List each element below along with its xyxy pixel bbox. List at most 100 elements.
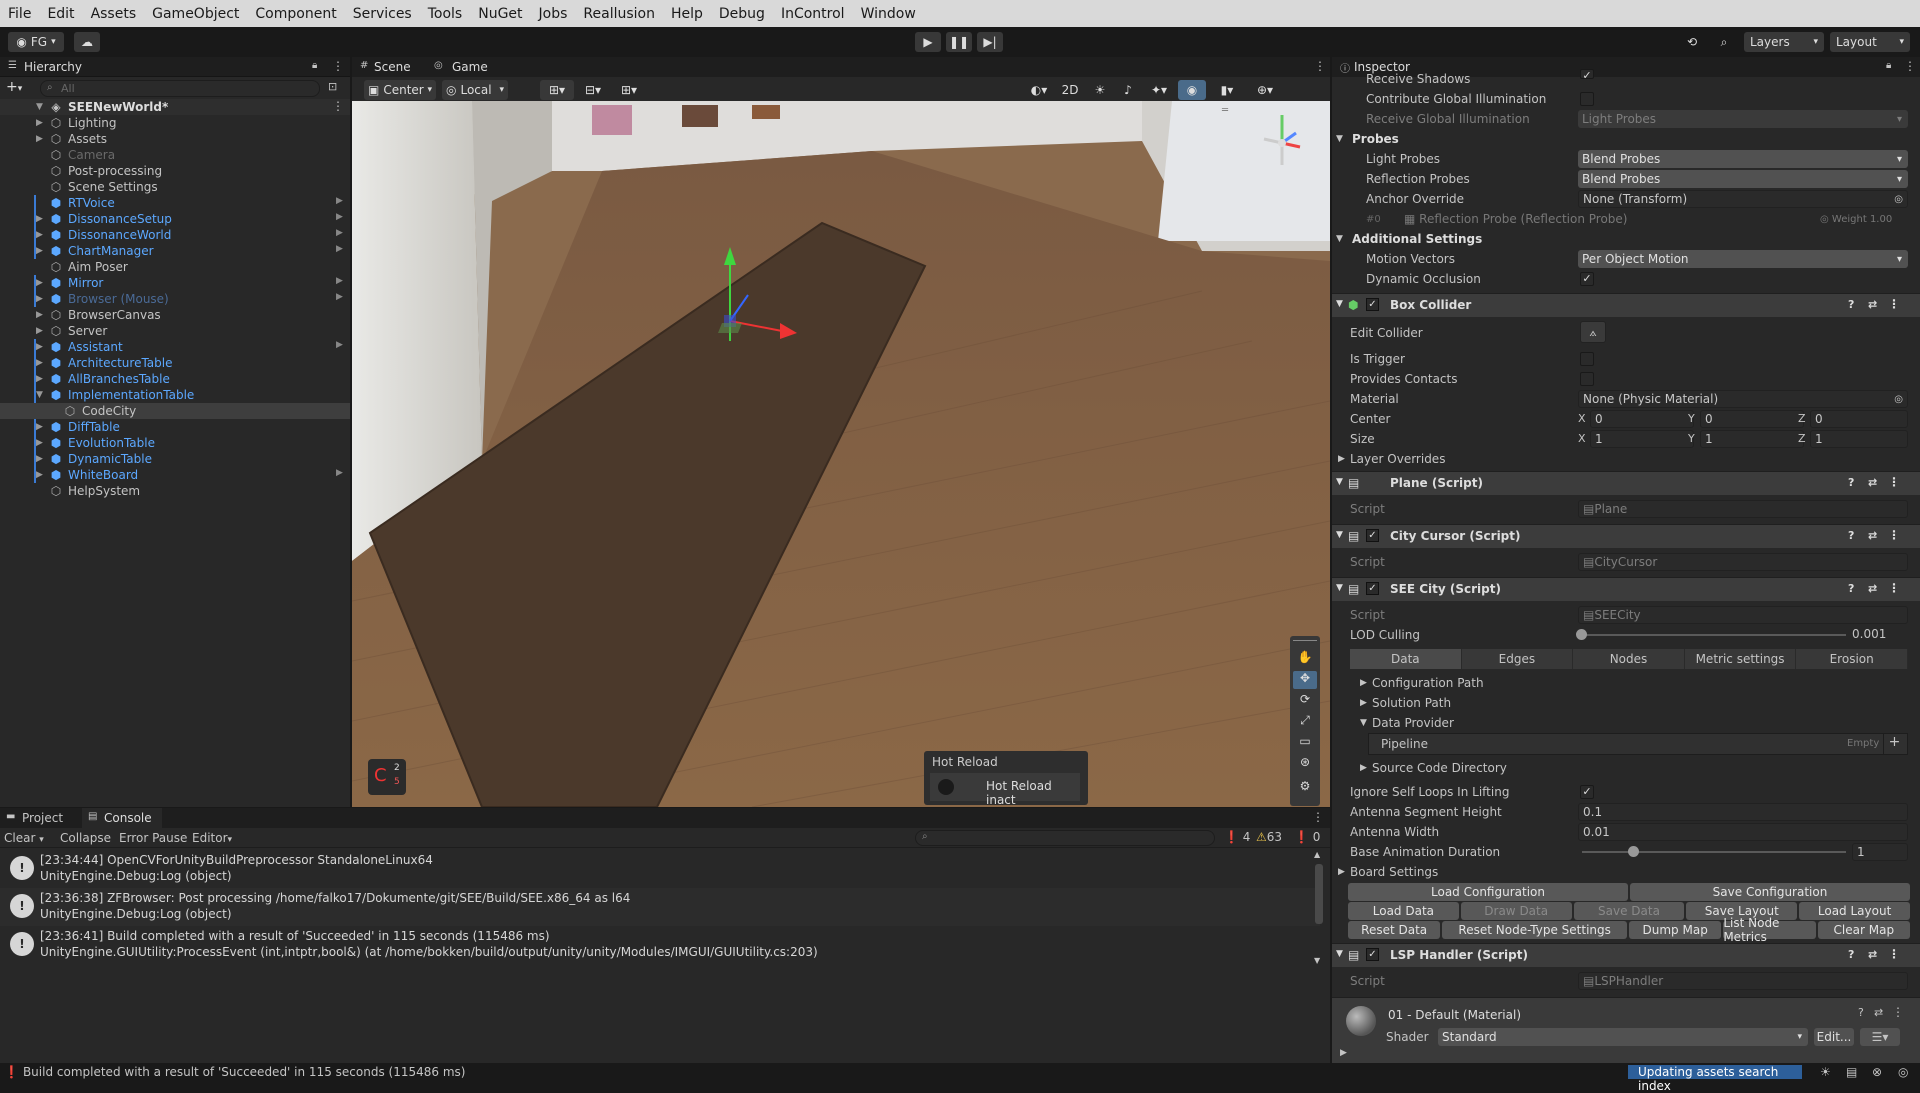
- preset-icon[interactable]: ⇄: [1874, 1006, 1883, 1019]
- clear-button[interactable]: Clear ▾: [4, 831, 44, 845]
- hidden-toggle[interactable]: ◉: [1178, 80, 1206, 100]
- hierarchy-item-server[interactable]: ▶ ⬡ Server: [0, 323, 350, 339]
- board-settings-foldout[interactable]: ▶ Board Settings: [1332, 862, 1920, 882]
- expand-arrow-icon[interactable]: ▶: [36, 454, 46, 464]
- status-message[interactable]: Build completed with a result of 'Succee…: [23, 1065, 465, 1079]
- lighting-toggle[interactable]: ☀: [1088, 80, 1112, 100]
- open-prefab-icon[interactable]: ▶: [336, 276, 343, 286]
- see-city-header[interactable]: ▼ ▤ ✓ SEE City (Script) ? ⇄ ⋮: [1332, 577, 1920, 601]
- hierarchy-item-evolutiontable[interactable]: ▶ ⬢ EvolutionTable: [0, 435, 350, 451]
- hierarchy-item-dynamictable[interactable]: ▶ ⬢ DynamicTable: [0, 451, 350, 467]
- progress-status[interactable]: Updating assets search index: [1628, 1065, 1802, 1093]
- snap-button[interactable]: ⊟▾: [578, 80, 608, 100]
- orientation-gizmo[interactable]: [1242, 103, 1322, 183]
- menu-incontrol[interactable]: InControl: [781, 6, 845, 22]
- load-data-button[interactable]: Load Data: [1348, 902, 1459, 920]
- menu-jobs[interactable]: Jobs: [539, 6, 568, 22]
- component-menu-icon[interactable]: ⋮: [1888, 528, 1900, 542]
- open-prefab-icon[interactable]: ▶: [336, 212, 343, 222]
- center-y-field[interactable]: 0: [1700, 410, 1804, 428]
- hierarchy-item-aim-poser[interactable]: ⬡ Aim Poser: [0, 259, 350, 275]
- expand-arrow-icon[interactable]: ▶: [36, 358, 46, 368]
- camera-button[interactable]: ▮▾: [1210, 80, 1244, 100]
- open-prefab-icon[interactable]: ▶: [336, 228, 343, 238]
- console-log-entry[interactable]: ! [23:36:38] ZFBrowser: Post processing /…: [0, 888, 1320, 926]
- edit-shader-button[interactable]: Edit...: [1814, 1028, 1854, 1046]
- console-log-entry[interactable]: ! [23:36:41] Build completed with a resul…: [0, 926, 1320, 964]
- component-menu-icon[interactable]: ⋮: [1888, 947, 1900, 961]
- scroll-thumb[interactable]: [1315, 864, 1323, 924]
- account-button[interactable]: ◉ FG ▾: [8, 32, 64, 52]
- create-button[interactable]: +▾: [6, 79, 32, 97]
- search-options-icon[interactable]: ⊡: [328, 80, 337, 93]
- box-collider-enabled-checkbox[interactable]: ✓: [1366, 298, 1379, 311]
- hierarchy-item-allbranchestable[interactable]: ▶ ⬢ AllBranchesTable: [0, 371, 350, 387]
- center-z-field[interactable]: 0: [1810, 410, 1908, 428]
- hierarchy-item-codecity[interactable]: ⬡ CodeCity: [0, 403, 350, 419]
- preset-icon[interactable]: ⇄: [1868, 529, 1877, 542]
- reset-data-button[interactable]: Reset Data: [1348, 921, 1441, 939]
- source-dir-foldout[interactable]: ▶ Source Code Directory: [1332, 758, 1920, 778]
- plane-script-field[interactable]: ▤ Plane: [1578, 500, 1908, 518]
- lod-slider-thumb[interactable]: [1576, 629, 1587, 640]
- collapse-button[interactable]: Collapse: [60, 831, 111, 845]
- hierarchy-item-browser-mouse-[interactable]: ▶ ⬢ Browser (Mouse) ▶: [0, 291, 350, 307]
- notification-icon[interactable]: ◎: [1898, 1065, 1908, 1079]
- hierarchy-item-helpsystem[interactable]: ⬡ HelpSystem: [0, 483, 350, 499]
- foldout-closed-icon[interactable]: ▶: [1340, 1048, 1347, 1058]
- help-icon[interactable]: ?: [1858, 1006, 1864, 1019]
- hierarchy-item-assistant[interactable]: ▶ ⬢ Assistant ▶: [0, 339, 350, 355]
- scroll-up-icon[interactable]: ▲: [1314, 850, 1320, 859]
- config-path-foldout[interactable]: ▶ Configuration Path: [1332, 673, 1920, 693]
- audio-toggle[interactable]: ♪: [1116, 80, 1140, 100]
- expand-arrow-icon[interactable]: ▶: [36, 294, 46, 304]
- move-tool-icon[interactable]: ✥: [1293, 671, 1317, 689]
- preset-icon[interactable]: ⇄: [1868, 948, 1877, 961]
- hierarchy-item-difftable[interactable]: ▶ ⬢ DiffTable: [0, 419, 350, 435]
- open-prefab-icon[interactable]: ▶: [336, 196, 343, 206]
- dynamic-occlusion-checkbox[interactable]: ✓: [1580, 272, 1594, 286]
- lsp-enabled-checkbox[interactable]: ✓: [1366, 948, 1379, 961]
- antenna-width-field[interactable]: 0.01: [1578, 823, 1908, 841]
- receive-shadows-checkbox[interactable]: ✓: [1580, 69, 1594, 82]
- expand-arrow-icon[interactable]: ▶: [36, 134, 46, 144]
- hierarchy-item-lighting[interactable]: ▶ ⬡ Lighting: [0, 115, 350, 131]
- scene-root[interactable]: ▼ ◈ SEENewWorld* ⋮: [0, 99, 350, 115]
- save-configuration-button[interactable]: Save Configuration: [1630, 883, 1910, 901]
- hierarchy-search-input[interactable]: ⌕ All: [40, 80, 320, 97]
- hierarchy-tab[interactable]: Hierarchy: [24, 60, 82, 74]
- preset-icon[interactable]: ⇄: [1868, 298, 1877, 311]
- expand-arrow-icon[interactable]: ▶: [36, 246, 46, 256]
- network-icon[interactable]: ▤: [1846, 1065, 1857, 1079]
- hierarchy-item-chartmanager[interactable]: ▶ ⬢ ChartManager ▶: [0, 243, 350, 259]
- error-pause-button[interactable]: Error Pause: [119, 831, 187, 845]
- increment-button[interactable]: ⊞▾: [612, 80, 646, 100]
- hot-reload-status[interactable]: Hot Reload inact: [930, 773, 1080, 807]
- plane-script-header[interactable]: ▼ ▤ Plane (Script) ? ⇄ ⋮: [1332, 471, 1920, 495]
- data-provider-foldout[interactable]: ▼ Data Provider: [1332, 713, 1920, 733]
- menu-debug[interactable]: Debug: [719, 6, 765, 22]
- motion-vectors-dropdown[interactable]: Per Object Motion: [1578, 250, 1908, 268]
- object-picker-icon[interactable]: ◎: [1894, 394, 1903, 405]
- debug-icon[interactable]: ⊗: [1872, 1065, 1882, 1079]
- antenna-height-field[interactable]: 0.1: [1578, 803, 1908, 821]
- lsp-script-field[interactable]: ▤ LSPHandler: [1578, 972, 1908, 990]
- console-more-icon[interactable]: ⋮: [1312, 810, 1324, 824]
- edit-collider-button[interactable]: ⟑: [1580, 321, 1606, 343]
- hierarchy-item-implementationtable[interactable]: ▼ ⬢ ImplementationTable: [0, 387, 350, 403]
- expand-arrow-icon[interactable]: ▶: [36, 310, 46, 320]
- add-pipeline-button[interactable]: +: [1883, 734, 1905, 754]
- scene-more-icon[interactable]: ⋮: [332, 99, 344, 113]
- help-icon[interactable]: ?: [1848, 948, 1854, 961]
- size-y-field[interactable]: 1: [1700, 430, 1804, 448]
- menu-help[interactable]: Help: [671, 6, 703, 22]
- open-prefab-icon[interactable]: ▶: [336, 244, 343, 254]
- shader-options-icon[interactable]: ☰▾: [1860, 1028, 1900, 1046]
- hand-tool-icon[interactable]: ✋: [1293, 650, 1317, 668]
- console-scrollbar[interactable]: ▲ ▼: [1314, 850, 1324, 970]
- clear-map-button[interactable]: Clear Map: [1817, 921, 1910, 939]
- load-configuration-button[interactable]: Load Configuration: [1348, 883, 1628, 901]
- more-icon[interactable]: ⋮: [332, 59, 344, 73]
- additional-settings-foldout[interactable]: ▼ Additional Settings: [1332, 229, 1920, 249]
- city-cursor-script-field[interactable]: ▤ CityCursor: [1578, 553, 1908, 571]
